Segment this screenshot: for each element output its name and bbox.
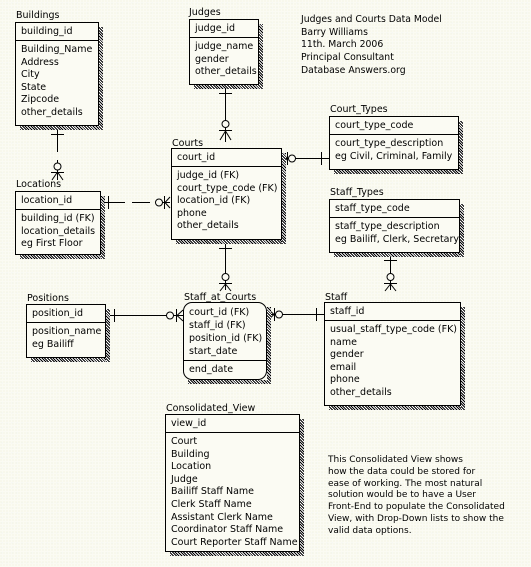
attribute: judge_id (FK): [177, 170, 240, 181]
attribute: Location: [171, 461, 212, 473]
pk-field: view_id: [166, 415, 299, 433]
pk-field: position_id: [27, 305, 105, 323]
attribute: Bailiff Staff Name: [171, 486, 254, 498]
attribute: Address: [21, 56, 59, 68]
header-author: Barry Williams: [301, 26, 368, 38]
entity-courts[interactable]: court_id judge_id (FK) court_type_code (…: [171, 148, 286, 244]
note-line: ease of working. The most natural: [328, 478, 483, 489]
consolidated-view-note: This Consolidated View shows how the dat…: [328, 455, 505, 538]
rel-courttypes-courts: [282, 152, 330, 165]
entity-title-buildings: Buildings: [16, 10, 60, 21]
attribute: location_details: [21, 225, 96, 237]
attribute: other_details: [177, 220, 239, 232]
note-line: solution would be to have a User: [328, 490, 476, 501]
pk-field: building_id: [16, 23, 98, 41]
attribute: usual_staff_type_code (FK): [330, 324, 458, 335]
pk-block: court_id (FK) staff_id (FK) position_id …: [184, 303, 266, 361]
attribute: Court Reporter Staff Name: [171, 536, 298, 548]
rel-judges-courts: [219, 86, 232, 142]
attribute: name: [330, 336, 357, 348]
attribute: phone: [330, 374, 360, 386]
attribute: eg First Floor: [21, 238, 83, 250]
note-line: how the data could be stored for: [328, 466, 476, 477]
attribute: building_id (FK): [21, 213, 95, 224]
header-title: Judges and Courts Data Model: [301, 14, 442, 25]
entity-consolidated-view[interactable]: view_id Court Building Location Judge Ba…: [165, 414, 304, 556]
rel-stafftypes-staff: [384, 254, 397, 292]
pk-field: staff_id (FK): [189, 320, 246, 331]
attribute: Coordinator Staff Name: [171, 524, 284, 536]
attribute: location_id (FK): [177, 195, 251, 207]
pk-field: court_type_code: [330, 117, 458, 135]
note-line: View, with Drop-Down lists to show the: [328, 513, 504, 524]
attribute: gender: [195, 53, 229, 65]
pk-field: staff_type_code: [330, 200, 459, 218]
header-org: Database Answers.org: [301, 64, 406, 76]
pk-field: staff_id: [325, 303, 460, 321]
attribute: email: [330, 361, 357, 373]
attribute: Zipcode: [21, 94, 60, 106]
entity-positions[interactable]: position_id position_name eg Bailiff: [26, 304, 110, 362]
entity-title-staff-types: Staff_Types: [330, 187, 384, 198]
entity-buildings[interactable]: building_id Building_Name Address City S…: [15, 22, 103, 130]
attribute: Assistant Clerk Name: [171, 511, 273, 523]
attribute: eg Bailiff: [32, 338, 74, 350]
attribute: Building_Name: [21, 44, 93, 55]
attribute: City: [21, 69, 40, 81]
entity-locations[interactable]: location_id building_id (FK) location_de…: [15, 191, 105, 259]
rel-locations-courts: [102, 196, 171, 209]
attribute: phone: [177, 207, 207, 219]
header-block: Judges and Courts Data Model Barry Willi…: [301, 14, 442, 78]
attribute: eg Civil, Criminal, Family: [335, 150, 453, 162]
header-date: 11th. March 2006: [301, 39, 384, 51]
attribute: Clerk Staff Name: [171, 498, 252, 510]
entity-staff-types[interactable]: staff_type_code staff_type_description e…: [329, 199, 464, 257]
attribute: court_type_code (FK): [177, 182, 278, 194]
note-line: Front-End to populate the Consolidated: [328, 502, 505, 513]
attribute: staff_type_description: [335, 221, 440, 232]
entity-staff-at-courts[interactable]: court_id (FK) staff_id (FK) position_id …: [183, 302, 271, 384]
note-line: This Consolidated View shows: [328, 455, 463, 465]
attribute: end_date: [189, 364, 234, 375]
attribute: eg Bailiff, Clerk, Secretary: [335, 233, 460, 245]
attribute: gender: [330, 349, 364, 361]
attribute: Court: [171, 436, 198, 447]
pk-field: position_id (FK): [189, 333, 263, 344]
entity-title-court-types: Court_Types: [330, 104, 388, 115]
entity-judges[interactable]: judge_id judge_name gender other_details: [189, 19, 263, 89]
rel-staff-staffatcourts: [267, 308, 325, 321]
attribute: court_type_description: [335, 138, 444, 149]
pk-field: location_id: [16, 192, 100, 210]
note-line: valid data options.: [328, 525, 412, 536]
pk-field: start_date: [189, 346, 238, 357]
header-role: Principal Consultant: [301, 52, 394, 64]
entity-staff[interactable]: staff_id usual_staff_type_code (FK) name…: [324, 302, 465, 410]
pk-field: court_id: [172, 149, 281, 167]
rel-buildings-locations: [51, 126, 64, 181]
attribute: judge_name: [195, 41, 254, 52]
attribute: State: [21, 81, 47, 93]
entity-title-judges: Judges: [189, 7, 221, 18]
pk-field: court_id (FK): [189, 307, 250, 318]
attribute: other_details: [21, 106, 83, 118]
attribute: Judge: [171, 473, 198, 485]
attribute: Building: [171, 448, 210, 460]
attribute: other_details: [330, 386, 392, 398]
entity-title-locations: Locations: [16, 179, 62, 190]
entity-court-types[interactable]: court_type_code court_type_description e…: [329, 116, 463, 174]
pk-field: judge_id: [190, 20, 258, 38]
rel-courts-staffatcourts: [219, 241, 232, 292]
attribute: position_name: [32, 326, 102, 337]
attribute: other_details: [195, 66, 257, 78]
rel-positions-staffatcourts: [108, 309, 184, 322]
